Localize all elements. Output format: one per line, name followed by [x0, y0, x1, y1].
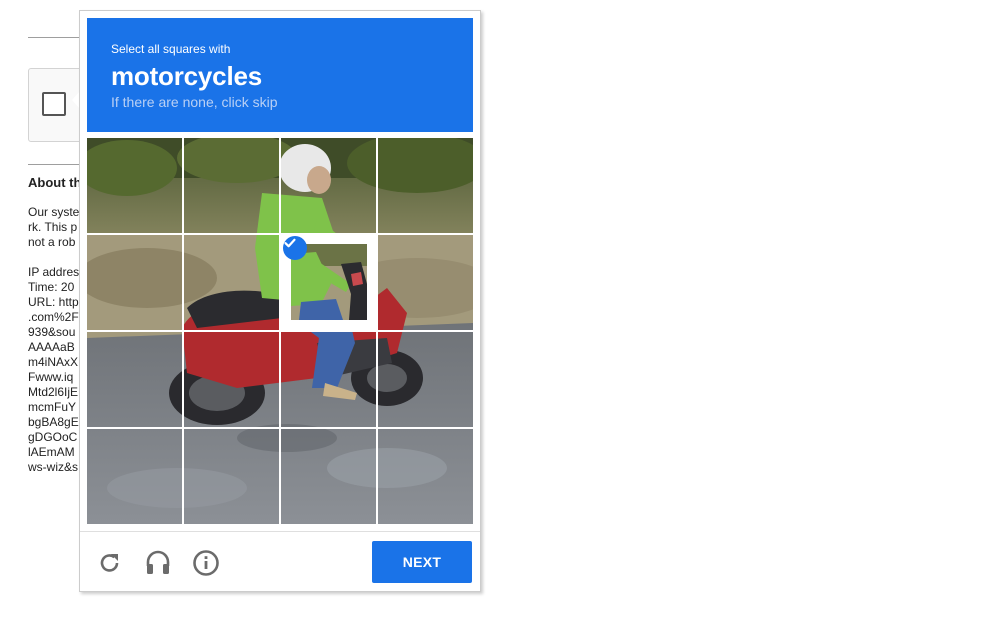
- info-line: IP addres: [28, 265, 80, 279]
- info-line: m4iNAxX: [28, 355, 79, 369]
- info-line: Time: 20: [28, 280, 75, 294]
- about-heading: About th: [28, 175, 82, 190]
- info-line: gDGOoC: [28, 430, 78, 444]
- grid-tile-r1c3[interactable]: [378, 235, 473, 331]
- grid-tile-r3c3[interactable]: [378, 429, 473, 524]
- headphones-icon[interactable]: [144, 549, 172, 577]
- footer-divider: [80, 531, 480, 532]
- grid-tile-r2c3[interactable]: [378, 332, 473, 428]
- target-object-label: motorcycles: [111, 61, 262, 91]
- grid-tile-r2c2[interactable]: [281, 332, 377, 428]
- reload-icon[interactable]: [96, 549, 124, 577]
- next-button[interactable]: NEXT: [372, 541, 472, 583]
- grid-tile-r0c3[interactable]: [378, 138, 473, 234]
- info-line: .com%2F: [28, 310, 79, 324]
- about-line: Our syste: [28, 205, 80, 219]
- skip-hint: If there are none, click skip: [111, 94, 278, 110]
- instruction-text: Select all squares with: [111, 42, 231, 56]
- info-line: mcmFuY: [28, 400, 76, 414]
- grid-tile-r3c0[interactable]: [87, 429, 183, 524]
- info-line: URL: http: [28, 295, 79, 309]
- grid-tile-r0c0[interactable]: [87, 138, 183, 234]
- grid-tile-r1c1[interactable]: [184, 235, 280, 331]
- image-grid: [87, 138, 473, 524]
- challenge-header: Select all squares with motorcycles If t…: [87, 18, 473, 132]
- info-line: Fwww.iq: [28, 370, 74, 384]
- about-line: not a rob: [28, 235, 76, 249]
- grid-tile-r0c2[interactable]: [281, 138, 377, 234]
- recaptcha-challenge-popup: Select all squares with motorcycles If t…: [79, 10, 481, 592]
- about-line: rk. This p: [28, 220, 78, 234]
- grid-tile-r1c0[interactable]: [87, 235, 183, 331]
- selected-check-icon: [283, 236, 307, 260]
- info-line: Mtd2l6IjE: [28, 385, 79, 399]
- grid-tile-r2c1[interactable]: [184, 332, 280, 428]
- info-line: 939&sou: [28, 325, 76, 339]
- info-line: ws-wiz&s: [28, 460, 78, 474]
- grid-tile-r2c0[interactable]: [87, 332, 183, 428]
- grid-tile-r0c1[interactable]: [184, 138, 280, 234]
- info-line: AAAAaB: [28, 340, 75, 354]
- recaptcha-checkbox[interactable]: [42, 92, 66, 116]
- info-line: bgBA8gE: [28, 415, 79, 429]
- info-line: lAEmAM: [28, 445, 75, 459]
- info-icon[interactable]: [192, 549, 220, 577]
- grid-tile-r3c1[interactable]: [184, 429, 280, 524]
- grid-tile-r3c2[interactable]: [281, 429, 377, 524]
